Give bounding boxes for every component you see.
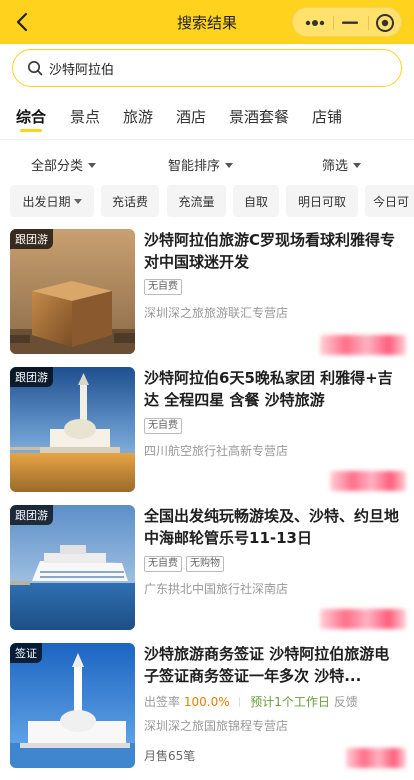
filter-label: 智能排序 [168, 159, 221, 174]
tag: 无购物 [186, 556, 224, 572]
filter-bar: 全部分类 智能排序 筛选 [0, 146, 414, 182]
issue-rate-value: 100.0% [183, 695, 230, 709]
caret-down-icon [353, 163, 362, 168]
result-card[interactable]: 跟团游 沙特阿拉伯旅游C罗现场看球利雅得专对中国球迷开发 无自费 深圳深之旅旅游… [0, 229, 414, 361]
filter-label: 全部分类 [31, 159, 84, 174]
tab-travel[interactable]: 旅游 [123, 106, 153, 127]
shop-name[interactable]: 四川航空旅行社高新专营店 [144, 442, 288, 459]
shop-name[interactable]: 深圳深之旅国旅锦程专营店 [144, 717, 288, 734]
shop-name[interactable]: 广东拱北中国旅行社深南店 [144, 580, 288, 597]
product-title[interactable]: 沙特阿拉伯6天5晚私家团 利雅得+吉达 全程四星 含餐 沙特旅游 [144, 367, 402, 411]
tag: 无自费 [144, 556, 182, 572]
active-tab-indicator [20, 129, 42, 132]
tag: 无自费 [144, 279, 182, 295]
price-redacted [320, 335, 406, 355]
search-icon [27, 60, 43, 76]
result-card[interactable]: 跟团游 全国出发纯玩畅游埃及、沙特、约旦地中海邮轮管乐号11-13日 无自费 无… [0, 505, 414, 637]
chip-phone-topup[interactable]: 充话费 [101, 185, 159, 217]
product-image: 签证 [10, 643, 135, 768]
product-title[interactable]: 沙特阿拉伯旅游C罗现场看球利雅得专对中国球迷开发 [144, 229, 402, 273]
tab-hotel-packages[interactable]: 景酒套餐 [229, 106, 289, 127]
caret-down-icon [225, 163, 234, 168]
product-title[interactable]: 沙特旅游商务签证 沙特阿拉伯旅游电子签证商务签证一年多次 沙特... [144, 643, 402, 687]
feedback-label: 反馈 [333, 695, 358, 709]
caret-down-icon [88, 163, 97, 168]
price-redacted [330, 471, 406, 491]
caret-down-icon [73, 198, 82, 204]
issue-rate-label: 出签率 [144, 695, 181, 709]
minimize-icon[interactable] [332, 8, 368, 38]
product-image: 跟团游 [10, 505, 135, 630]
search-bar[interactable] [12, 49, 402, 87]
product-type-badge: 跟团游 [10, 229, 53, 249]
product-type-badge: 跟团游 [10, 367, 53, 387]
tab-comprehensive[interactable]: 综合 [16, 106, 46, 127]
product-type-badge: 跟团游 [10, 505, 53, 525]
quick-filter-chips: 出发日期 充话费 充流量 自取 明日可取 今日可 [0, 185, 414, 219]
filter-smart-sort[interactable]: 智能排序 [168, 155, 234, 174]
filter-screen[interactable]: 筛选 [322, 155, 362, 174]
price-redacted [346, 748, 406, 768]
chip-label: 出发日期 [22, 194, 71, 209]
filter-all-categories[interactable]: 全部分类 [31, 155, 97, 174]
result-card[interactable]: 签证 沙特旅游商务签证 沙特阿拉伯旅游电子签证商务签证一年多次 沙特... 出签… [0, 643, 414, 780]
tab-shops[interactable]: 店铺 [312, 106, 342, 127]
mini-program-capsule [292, 7, 402, 37]
product-image: 跟团游 [10, 229, 135, 354]
more-dots-icon[interactable] [297, 8, 333, 38]
product-image: 跟团游 [10, 367, 135, 492]
tag-list: 无自费 [144, 418, 182, 434]
tab-hotels[interactable]: 酒店 [176, 106, 206, 127]
monthly-sales: 月售65笔 [144, 749, 196, 763]
search-input[interactable] [49, 58, 389, 78]
chip-data-topup[interactable]: 充流量 [167, 185, 226, 217]
tag-list: 无自费 无购物 [144, 556, 224, 572]
price-redacted [320, 609, 406, 629]
processing-time: 预计1个工作日 [250, 695, 330, 709]
visa-stats: 出签率 100.0% 预计1个工作日 反馈 [144, 693, 358, 710]
chip-self-pickup[interactable]: 自取 [233, 185, 279, 217]
chip-departure-date[interactable]: 出发日期 [10, 185, 94, 217]
tag: 无自费 [144, 418, 182, 434]
top-bar: 搜索结果 [0, 0, 414, 44]
tag-list: 无自费 [144, 279, 182, 295]
chip-tomorrow-pickup[interactable]: 明日可取 [286, 185, 358, 217]
close-target-icon[interactable] [367, 8, 403, 38]
product-title[interactable]: 全国出发纯玩畅游埃及、沙特、约旦地中海邮轮管乐号11-13日 [144, 505, 402, 549]
result-card[interactable]: 跟团游 沙特阿拉伯6天5晚私家团 利雅得+吉达 全程四星 含餐 沙特旅游 无自费… [0, 367, 414, 499]
tab-attractions[interactable]: 景点 [70, 106, 100, 127]
filter-label: 筛选 [322, 159, 349, 174]
meta-divider [239, 697, 241, 707]
product-type-badge: 签证 [10, 643, 42, 663]
chip-today-pickup[interactable]: 今日可 [365, 185, 414, 217]
category-tabs: 综合 景点 旅游 酒店 景酒套餐 店铺 [0, 96, 414, 140]
shop-name[interactable]: 深圳深之旅旅游联汇专营店 [144, 304, 288, 321]
